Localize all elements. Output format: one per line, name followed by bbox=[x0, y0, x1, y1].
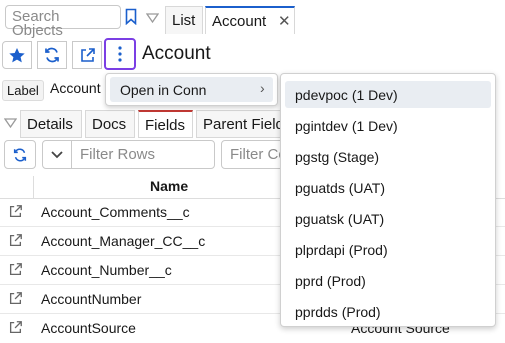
open-external-button[interactable] bbox=[72, 41, 102, 69]
subtab-label: Details bbox=[27, 116, 73, 133]
refresh-button[interactable] bbox=[37, 41, 67, 69]
refresh-rows-button[interactable] bbox=[4, 140, 36, 169]
subtab-docs[interactable]: Docs bbox=[85, 110, 135, 138]
favorite-button[interactable] bbox=[2, 41, 32, 69]
column-divider bbox=[33, 176, 34, 198]
star-icon bbox=[9, 47, 25, 62]
subtab-label: Docs bbox=[92, 116, 127, 133]
context-menu: Open in Conn › bbox=[105, 73, 278, 106]
external-link-icon bbox=[80, 47, 95, 62]
bookmark-icon[interactable] bbox=[125, 8, 137, 30]
menu-item-open-in-conn[interactable]: Open in Conn › bbox=[110, 77, 273, 102]
page-title: Account bbox=[142, 43, 211, 64]
subtab-label: Fields bbox=[145, 117, 186, 134]
filter-icon[interactable] bbox=[3, 116, 18, 134]
menu-item-connection[interactable]: pgstg (Stage) bbox=[285, 143, 491, 170]
tab-label: List bbox=[172, 12, 196, 29]
close-icon[interactable]: ✕ bbox=[278, 12, 291, 30]
menu-item-label: pdevpoc (1 Dev) bbox=[295, 87, 398, 103]
menu-item-connection[interactable]: pguatds (UAT) bbox=[285, 174, 491, 201]
more-actions-button[interactable] bbox=[104, 38, 136, 70]
menu-item-label: pguatsk (UAT) bbox=[295, 211, 385, 227]
label-value: Account bbox=[50, 80, 101, 96]
menu-item-connection[interactable]: pdevpoc (1 Dev) bbox=[285, 81, 491, 108]
refresh-icon bbox=[13, 148, 27, 161]
menu-item-label: Open in Conn bbox=[120, 82, 207, 98]
chevron-right-icon: › bbox=[260, 80, 265, 96]
tab-account[interactable]: Account ✕ bbox=[205, 6, 295, 34]
column-name-header[interactable]: Name bbox=[150, 178, 188, 194]
external-link-icon[interactable] bbox=[8, 233, 23, 248]
field-name: Account_Comments__c bbox=[41, 204, 190, 220]
external-link-icon[interactable] bbox=[8, 204, 23, 219]
menu-item-label: pguatds (UAT) bbox=[295, 180, 385, 196]
menu-item-label: pprd (Prod) bbox=[295, 273, 366, 289]
menu-item-label: pgintdev (1 Dev) bbox=[295, 118, 398, 134]
search-objects-input[interactable]: Search Objects bbox=[5, 5, 121, 38]
tab-label: Account bbox=[212, 13, 267, 30]
subtab-fields[interactable]: Fields bbox=[138, 110, 193, 138]
kebab-icon bbox=[118, 46, 122, 62]
menu-item-connection[interactable]: plprdapi (Prod) bbox=[285, 236, 491, 263]
subtab-details[interactable]: Details bbox=[20, 110, 82, 138]
label-tag: Label bbox=[2, 80, 44, 101]
menu-item-label: pgstg (Stage) bbox=[295, 149, 380, 165]
field-name: Account_Manager_CC__c bbox=[41, 233, 206, 249]
external-link-icon[interactable] bbox=[8, 291, 23, 306]
external-link-icon[interactable] bbox=[8, 262, 23, 277]
menu-item-connection[interactable]: pprd (Prod) bbox=[285, 267, 491, 294]
field-name: Account_Number__c bbox=[41, 262, 172, 278]
field-name: AccountSource bbox=[41, 320, 136, 336]
subtab-label: Parent Fields bbox=[203, 116, 292, 133]
menu-item-connection[interactable]: pguatsk (UAT) bbox=[285, 205, 491, 232]
filter-scope-dropdown[interactable] bbox=[42, 140, 72, 169]
external-link-icon[interactable] bbox=[8, 320, 23, 335]
tab-list[interactable]: List bbox=[165, 6, 203, 34]
menu-item-label: plprdapi (Prod) bbox=[295, 242, 388, 258]
field-name: AccountNumber bbox=[41, 291, 142, 307]
menu-item-connection[interactable]: pgintdev (1 Dev) bbox=[285, 112, 491, 139]
menu-item-connection[interactable]: pprdds (Prod) bbox=[285, 298, 491, 325]
refresh-icon bbox=[45, 47, 59, 63]
menu-item-label: pprdds (Prod) bbox=[295, 304, 381, 320]
chevron-down-icon bbox=[51, 150, 63, 158]
filter-icon[interactable] bbox=[145, 11, 160, 29]
filter-rows-input[interactable]: Filter Rows bbox=[71, 140, 215, 169]
connection-submenu: pdevpoc (1 Dev) pgintdev (1 Dev) pgstg (… bbox=[280, 73, 496, 327]
